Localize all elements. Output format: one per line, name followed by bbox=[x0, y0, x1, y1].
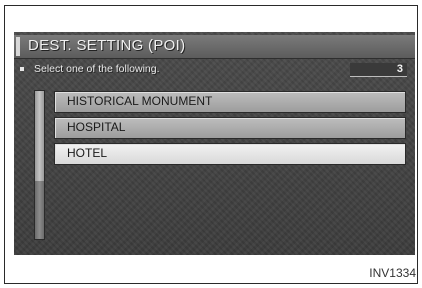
figure-caption: INV1334 bbox=[369, 266, 416, 280]
title-accent-bar bbox=[16, 37, 20, 56]
list-item-label: HOTEL bbox=[67, 146, 108, 160]
list-item-label: HISTORICAL MONUMENT bbox=[67, 94, 213, 108]
list-item-label: HOSPITAL bbox=[67, 120, 126, 134]
prompt-text: Select one of the following. bbox=[34, 63, 160, 75]
list-item-historical-monument[interactable]: HISTORICAL MONUMENT bbox=[54, 91, 406, 113]
scrollbar-thumb[interactable] bbox=[35, 91, 44, 181]
list-item-hospital[interactable]: HOSPITAL bbox=[54, 117, 406, 139]
prompt-row: Select one of the following. 3 bbox=[14, 62, 415, 79]
result-count-box: 3 bbox=[350, 63, 407, 77]
bullet-icon bbox=[20, 67, 24, 71]
navigation-screen: DEST. SETTING (POI) Select one of the fo… bbox=[14, 32, 415, 255]
title-bar: DEST. SETTING (POI) bbox=[14, 35, 415, 59]
list-item-hotel[interactable]: HOTEL bbox=[54, 143, 406, 165]
scrollbar[interactable] bbox=[34, 90, 45, 240]
page-title: DEST. SETTING (POI) bbox=[28, 37, 186, 54]
poi-category-list: HISTORICAL MONUMENT HOSPITAL HOTEL bbox=[54, 91, 406, 169]
result-count: 3 bbox=[396, 63, 403, 75]
